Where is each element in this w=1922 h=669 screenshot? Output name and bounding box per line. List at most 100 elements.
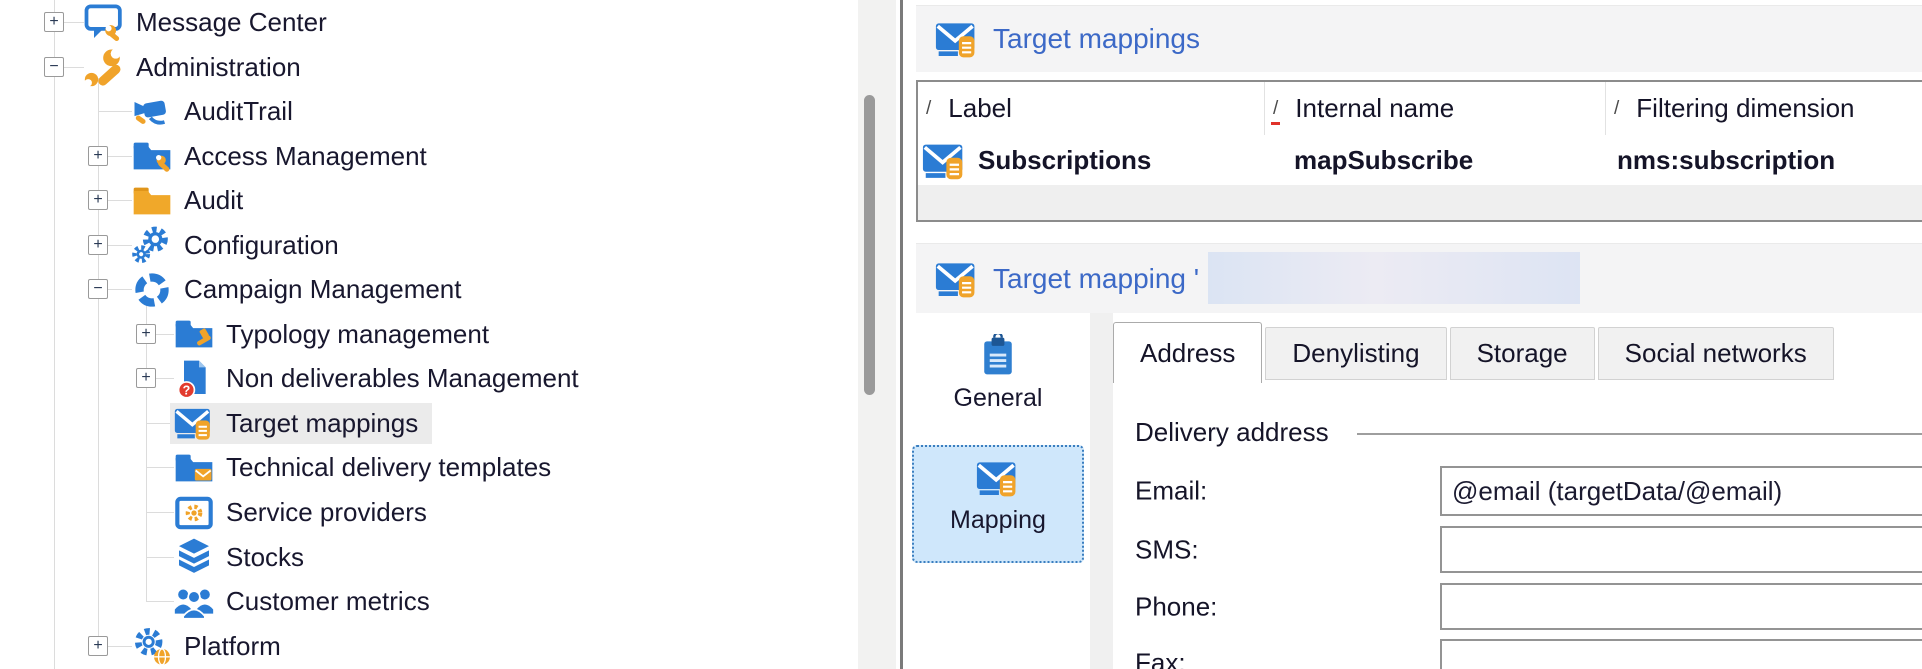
nav-button-label: General — [953, 384, 1043, 412]
service-providers-icon — [174, 493, 214, 533]
tree-expand-toggle[interactable]: + — [88, 635, 108, 656]
gears-icon — [132, 225, 172, 265]
stocks-icon — [174, 537, 214, 577]
folder-gavel-icon — [174, 314, 214, 354]
tree-item-body[interactable]: Message Center — [80, 2, 341, 43]
tree-item-label: Target mappings — [226, 407, 419, 438]
tree-item-label: Message Center — [136, 7, 327, 37]
tree-item[interactable]: + Access Management — [0, 134, 858, 179]
tree-item-label: Technical delivery templates — [226, 452, 552, 483]
form-field: SMS: — [1113, 526, 1922, 573]
tree-item-body[interactable]: Stocks — [170, 537, 318, 578]
tree-item[interactable]: + Typology management — [0, 312, 858, 357]
tree-item-body[interactable]: Technical delivery templates — [170, 447, 565, 488]
tree-expand-toggle[interactable]: + — [136, 323, 156, 344]
tree-item-body[interactable]: Typology management — [170, 314, 503, 355]
nav-divider-strip — [1090, 313, 1113, 669]
non-deliverables-icon: ? — [174, 359, 214, 399]
tree-item[interactable]: AuditTrail — [0, 89, 858, 134]
audit-trail-icon — [132, 92, 172, 132]
tree-item-body[interactable]: Campaign Management — [128, 269, 476, 310]
admin-wrench-icon — [84, 47, 124, 87]
tree-item[interactable]: Customer metrics — [0, 579, 858, 624]
tree-expand-toggle[interactable]: − — [44, 56, 64, 77]
tree-item-label: Typology management — [226, 318, 490, 349]
tree-item-body[interactable]: Configuration — [128, 225, 353, 266]
tree-item-label: Configuration — [184, 229, 339, 260]
tree-expand-toggle[interactable]: + — [136, 368, 156, 389]
field-input[interactable] — [1440, 583, 1922, 630]
tree-items: + Message Center − Administration AuditT… — [0, 0, 858, 668]
tree-item[interactable]: Target mappings — [0, 401, 858, 446]
tree-item-label: Non deliverables Management — [226, 363, 579, 394]
tree-item-body[interactable]: Administration — [80, 47, 315, 88]
tree-item-label: Administration — [136, 51, 301, 82]
folder-wrench-icon — [132, 136, 172, 176]
platform-gear-icon — [132, 626, 172, 666]
envelope-db-icon — [976, 456, 1020, 500]
address-tab-content: Delivery address Email: SMS: Phone: — [1113, 0, 1922, 669]
tree-item[interactable]: + Platform — [0, 624, 858, 669]
folder-amber-icon — [132, 181, 172, 221]
delivery-address-group-label: Delivery address — [1135, 417, 1329, 447]
sort-icon: / — [926, 97, 932, 119]
field-input[interactable] — [1440, 526, 1922, 573]
tree-item-label: Campaign Management — [184, 274, 462, 305]
general-icon — [976, 334, 1020, 378]
folder-envelope-icon — [174, 448, 214, 488]
tree-item[interactable]: + ? Non deliverables Management — [0, 356, 858, 401]
tree-item-body[interactable]: Customer metrics — [170, 581, 444, 622]
nav-button[interactable]: General — [923, 325, 1073, 425]
tree-item-label: AuditTrail — [184, 96, 293, 127]
tree-item-label: Service providers — [226, 497, 427, 528]
tree-item-label: Access Management — [184, 140, 427, 171]
tree-scrollbar-thumb[interactable] — [864, 95, 875, 395]
field-input[interactable] — [1440, 466, 1922, 516]
form-field: Fax: — [1113, 639, 1922, 669]
application-window: + Message Center − Administration AuditT… — [0, 0, 1922, 669]
detail-nav-bar: General Mapping — [906, 313, 1090, 563]
nav-button[interactable]: Mapping — [912, 445, 1084, 563]
column-header-label: Label — [948, 93, 1012, 123]
tree-item-body[interactable]: ? Non deliverables Management — [170, 358, 593, 399]
nav-button-label: Mapping — [950, 506, 1046, 534]
tree-expand-toggle[interactable]: + — [88, 145, 108, 166]
panel-splitter[interactable] — [900, 0, 903, 669]
tree-connector — [98, 111, 132, 113]
tree-item[interactable]: − Campaign Management — [0, 267, 858, 312]
form-field: Email: — [1113, 466, 1922, 516]
tree-item-body[interactable]: Access Management — [128, 136, 441, 177]
tree-item[interactable]: Stocks — [0, 535, 858, 580]
group-divider-line — [1357, 433, 1922, 435]
envelope-db-icon — [922, 138, 967, 183]
campaign-target-icon — [132, 270, 172, 310]
form-field: Phone: — [1113, 583, 1922, 630]
tree-item[interactable]: + Audit — [0, 178, 858, 223]
field-input[interactable] — [1440, 639, 1922, 669]
tree-item-label: Stocks — [226, 541, 305, 572]
tree-expand-toggle[interactable]: + — [88, 190, 108, 211]
customer-metrics-icon — [174, 582, 214, 622]
tree-item[interactable]: − Administration — [0, 45, 858, 90]
target-mapping-icon — [935, 257, 979, 301]
tree-item-body[interactable]: Platform — [128, 626, 295, 667]
field-label: Phone: — [1135, 591, 1218, 621]
message-center-icon — [84, 3, 124, 43]
tree-item[interactable]: + Configuration — [0, 223, 858, 268]
tree-item[interactable]: + Message Center — [0, 0, 858, 45]
field-label: SMS: — [1135, 534, 1199, 564]
tree-expand-toggle[interactable]: + — [88, 234, 108, 255]
tree-item-label: Audit — [184, 185, 244, 216]
tree-item-body[interactable]: Service providers — [170, 492, 441, 533]
tree-item-body[interactable]: Target mappings — [170, 402, 433, 444]
tree-expand-toggle[interactable]: + — [44, 12, 64, 32]
tree-item[interactable]: Technical delivery templates — [0, 445, 858, 490]
tree-item[interactable]: Service providers — [0, 490, 858, 535]
target-mappings-icon — [935, 17, 979, 61]
navigation-tree: + Message Center − Administration AuditT… — [0, 0, 858, 669]
tree-expand-toggle[interactable]: − — [88, 279, 108, 300]
tree-item-body[interactable]: AuditTrail — [128, 91, 307, 132]
tree-item-label: Customer metrics — [226, 586, 430, 617]
tree-item-body[interactable]: Audit — [128, 180, 257, 221]
tree-item-label: Platform — [184, 630, 281, 661]
